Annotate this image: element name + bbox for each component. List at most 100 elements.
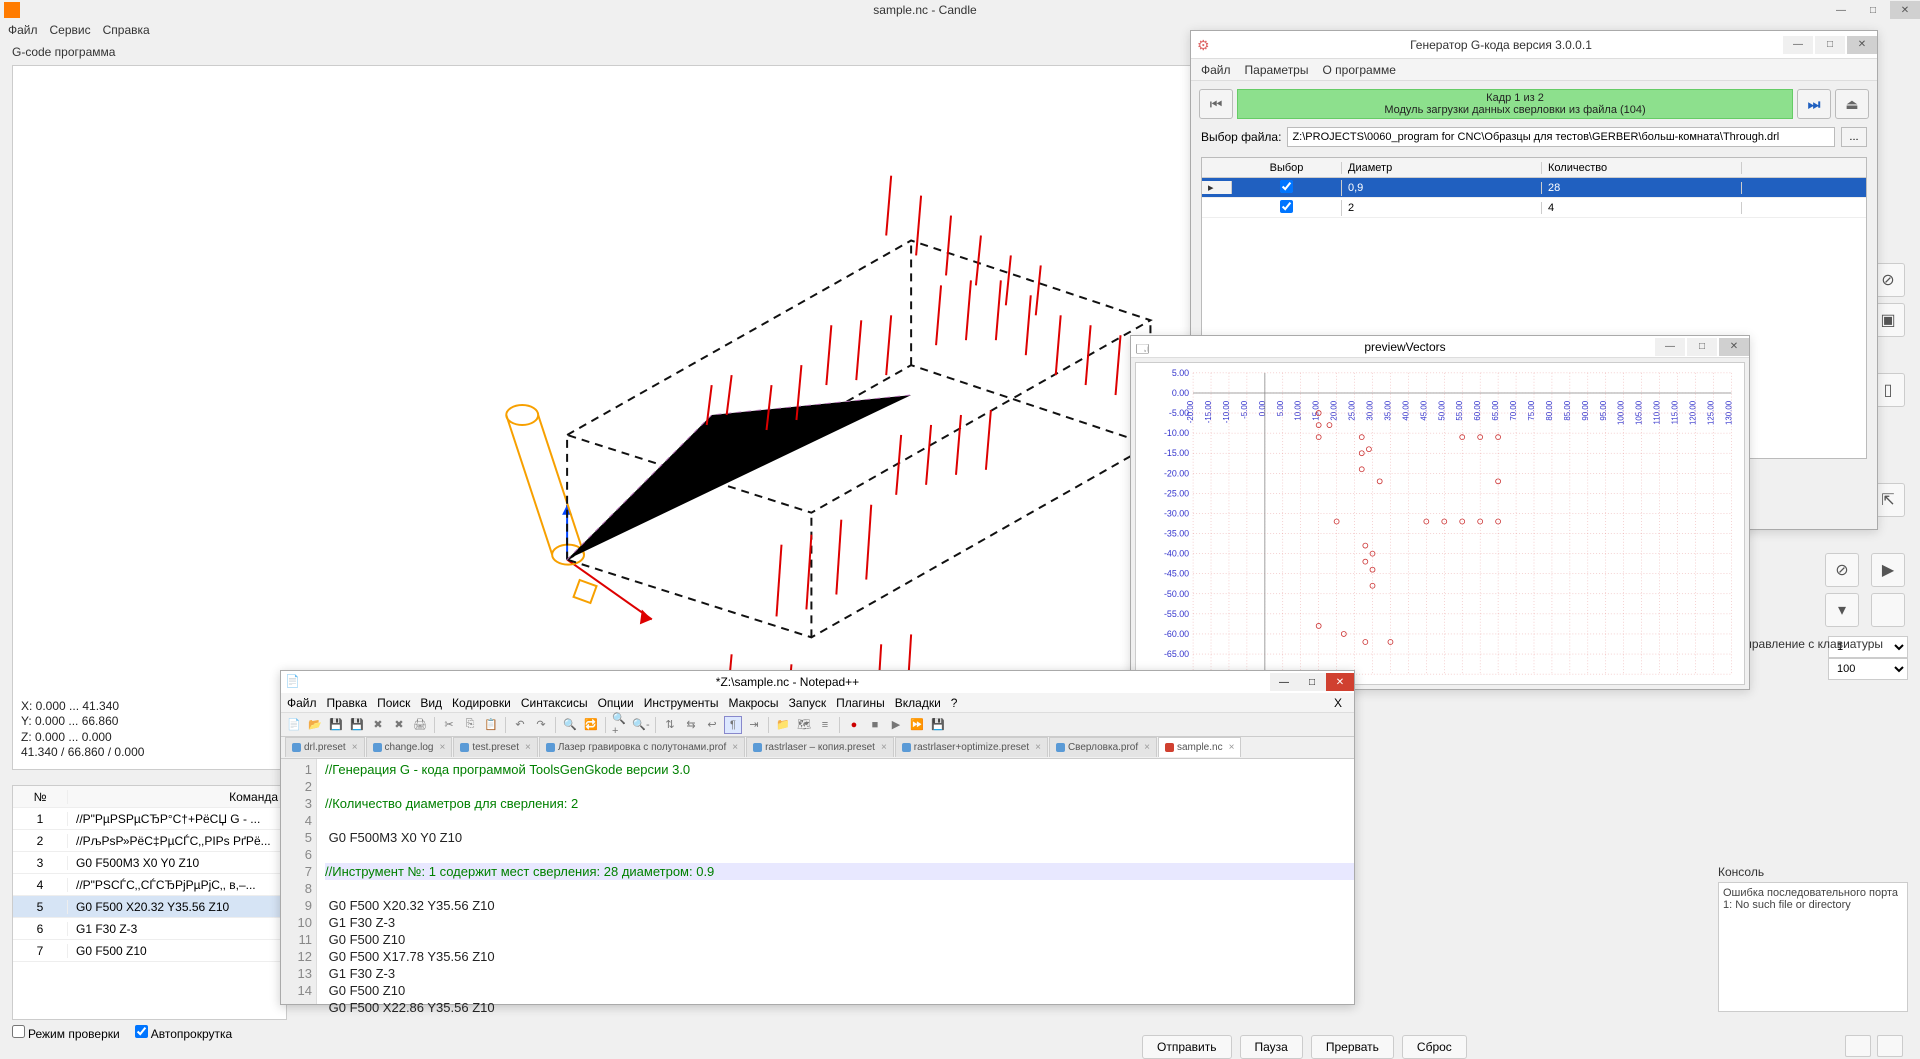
ggen-menu-file[interactable]: Файл [1201, 63, 1231, 77]
code-area[interactable]: //Генерация G - кода программой ToolsGen… [317, 759, 1354, 1004]
ggen-menu-about[interactable]: О программе [1322, 63, 1395, 77]
npp-menu-edit[interactable]: Правка [327, 696, 368, 710]
reset-button[interactable]: Сброс [1402, 1035, 1467, 1059]
preview-chart[interactable]: -20.00-15.00-10.00-5.000.005.0010.0015.0… [1135, 362, 1745, 685]
folder-icon[interactable]: 📁 [774, 716, 792, 734]
npp-menu-search[interactable]: Поиск [377, 696, 410, 710]
stop-icon[interactable]: ⊘ [1825, 553, 1859, 587]
stop-rec-icon[interactable]: ■ [866, 716, 884, 734]
indent-icon[interactable]: ⇥ [745, 716, 763, 734]
step-next-icon[interactable]: ⏭ [1797, 89, 1831, 119]
maximize-button[interactable]: □ [1858, 1, 1888, 19]
step-prev-icon[interactable]: ⏮ [1199, 89, 1233, 119]
blank-icon[interactable] [1871, 593, 1905, 627]
small-btn-1[interactable] [1845, 1035, 1871, 1057]
console-output[interactable]: Ошибка последовательного порта 1: No suc… [1718, 882, 1908, 1012]
zoom-out-icon[interactable]: 🔍- [632, 716, 650, 734]
redo-icon[interactable]: ↷ [532, 716, 550, 734]
sync-v-icon[interactable]: ⇅ [661, 716, 679, 734]
doc-map-icon[interactable]: 🗺 [795, 716, 813, 734]
step-eject-icon[interactable]: ⏏ [1835, 89, 1869, 119]
play-macro-icon[interactable]: ▶ [887, 716, 905, 734]
npp-tab[interactable]: rastrlaser – копия.preset× [746, 737, 894, 757]
check-mode-checkbox[interactable]: Режим проверки [12, 1025, 120, 1041]
npp-menu-encoding[interactable]: Кодировки [452, 696, 511, 710]
npp-menu-syntax[interactable]: Синтаксисы [521, 696, 588, 710]
npp-minimize[interactable]: — [1270, 673, 1298, 691]
close-tab-icon[interactable]: ✖ [369, 716, 387, 734]
menu-help[interactable]: Справка [103, 23, 150, 37]
browse-button[interactable]: ... [1841, 127, 1867, 147]
notepadpp-window[interactable]: 📄 *Z:\sample.nc - Notepad++ — □ ✕ Файл П… [280, 670, 1355, 1005]
minimize-button[interactable]: — [1826, 1, 1856, 19]
table-row[interactable]: 2//РљРѕР»РёС‡РµСЃС‚,РІРѕ РґРё... [13, 830, 286, 852]
wrap-icon[interactable]: ↩ [703, 716, 721, 734]
npp-tab[interactable]: test.preset× [453, 737, 538, 757]
table-row[interactable]: 6G1 F30 Z-3 [13, 918, 286, 940]
npp-menu-macros[interactable]: Макросы [729, 696, 779, 710]
npp-menu-file[interactable]: Файл [287, 696, 317, 710]
replace-icon[interactable]: 🔁 [582, 716, 600, 734]
open-file-icon[interactable]: 📂 [306, 716, 324, 734]
npp-tab[interactable]: drl.preset× [285, 737, 365, 757]
save-icon[interactable]: 💾 [327, 716, 345, 734]
npp-editor[interactable]: 1234567891011121314 //Генерация G - кода… [281, 759, 1354, 1004]
npp-menu-tabs[interactable]: Вкладки [895, 696, 941, 710]
npp-tab[interactable]: change.log× [366, 737, 453, 757]
gcode-table[interactable]: № Команда 1//Р"РµРЅРµСЂР°С†+РёСЏ G - ...… [12, 785, 287, 1020]
play-icon[interactable]: ▶ [1871, 553, 1905, 587]
send-button[interactable]: Отправить [1142, 1035, 1232, 1059]
autoscroll-checkbox[interactable]: Автопрокрутка [135, 1025, 232, 1041]
npp-tab[interactable]: Лазер гравировка с полутонами.prof× [539, 737, 745, 757]
npp-menu-run[interactable]: Запуск [789, 696, 827, 710]
drill-table-row[interactable]: ▸0,928 [1202, 178, 1866, 198]
npp-menu-view[interactable]: Вид [420, 696, 442, 710]
copy-icon[interactable]: ⎘ [461, 716, 479, 734]
drill-table-row[interactable]: 24 [1202, 198, 1866, 218]
func-list-icon[interactable]: ≡ [816, 716, 834, 734]
ggen-menu-params[interactable]: Параметры [1245, 63, 1309, 77]
file-path-input[interactable] [1287, 127, 1835, 147]
rec-icon[interactable]: ● [845, 716, 863, 734]
table-row[interactable]: 1//Р"РµРЅРµСЂР°С†+РёСЏ G - ... [13, 808, 286, 830]
paste-icon[interactable]: 📋 [482, 716, 500, 734]
pv-minimize[interactable]: — [1655, 338, 1685, 356]
pv-close[interactable]: ✕ [1719, 338, 1749, 356]
npp-close[interactable]: ✕ [1326, 673, 1354, 691]
npp-menu-help[interactable]: ? [951, 696, 958, 710]
undo-icon[interactable]: ↶ [511, 716, 529, 734]
close-all-icon[interactable]: ✖ [390, 716, 408, 734]
pv-maximize[interactable]: □ [1687, 338, 1717, 356]
npp-menu-tools[interactable]: Инструменты [644, 696, 719, 710]
table-row[interactable]: 4//Р"РЅСЃС‚,СЃСЂРјРµРјС‚, в,–... [13, 874, 286, 896]
npp-menu-options[interactable]: Опции [598, 696, 634, 710]
cut-icon[interactable]: ✂ [440, 716, 458, 734]
table-row[interactable]: 7G0 F500 Z10 [13, 940, 286, 962]
npp-tab[interactable]: rastrlaser+optimize.preset× [895, 737, 1048, 757]
zoom-in-icon[interactable]: 🔍+ [611, 716, 629, 734]
npp-tab[interactable]: Сверловка.prof× [1049, 737, 1157, 757]
npp-menu-plugins[interactable]: Плагины [836, 696, 885, 710]
ws-icon[interactable]: ¶ [724, 716, 742, 734]
ggen-close[interactable]: ✕ [1847, 36, 1877, 54]
menu-file[interactable]: Файл [8, 23, 38, 37]
ggen-maximize[interactable]: □ [1815, 36, 1845, 54]
table-row[interactable]: 3G0 F500M3 X0 Y0 Z10 [13, 852, 286, 874]
find-icon[interactable]: 🔍 [561, 716, 579, 734]
ggen-minimize[interactable]: — [1783, 36, 1813, 54]
preview-vectors-window[interactable]: 🗔 previewVectors — □ ✕ -20.00-15.00-10.0… [1130, 335, 1750, 690]
npp-tab[interactable]: sample.nc× [1158, 737, 1241, 757]
save-all-icon[interactable]: 💾 [348, 716, 366, 734]
save-macro-icon[interactable]: 💾 [929, 716, 947, 734]
viewport-3d[interactable]: X: 0.000 ... 41.340 Y: 0.000 ... 66.860 … [12, 65, 1192, 770]
down-icon[interactable]: ▾ [1825, 593, 1859, 627]
menu-service[interactable]: Сервис [50, 23, 91, 37]
print-icon[interactable]: 🖨 [411, 716, 429, 734]
close-button[interactable]: ✕ [1890, 1, 1920, 19]
small-btn-2[interactable] [1877, 1035, 1903, 1057]
abort-button[interactable]: Прервать [1311, 1035, 1394, 1059]
npp-menu-x[interactable]: X [1328, 696, 1348, 710]
pause-button[interactable]: Пауза [1240, 1035, 1303, 1059]
feed-dropdown[interactable]: 100 [1828, 658, 1908, 680]
table-row[interactable]: 5G0 F500 X20.32 Y35.56 Z10 [13, 896, 286, 918]
